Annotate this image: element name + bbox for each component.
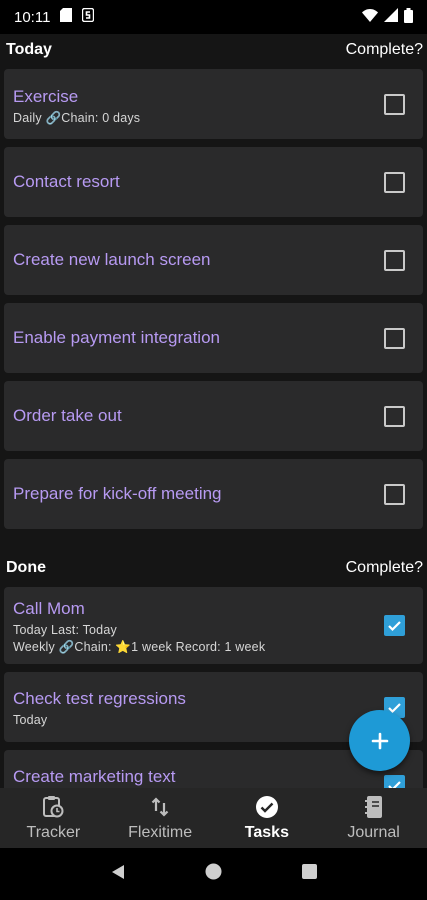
nav-flexitime[interactable]: Flexitime bbox=[107, 788, 214, 848]
task-card-prepare-kickoff[interactable]: Prepare for kick-off meeting bbox=[4, 459, 423, 529]
task-meta: Daily 🔗Chain: 0 days bbox=[13, 111, 141, 125]
system-navigation-bar bbox=[0, 848, 427, 900]
today-section-header: Today Complete? bbox=[0, 34, 427, 66]
complete-checkbox[interactable] bbox=[384, 94, 405, 115]
task-card-enable-payment[interactable]: Enable payment integration bbox=[4, 303, 423, 373]
done-section-header: Done Complete? bbox=[0, 552, 427, 584]
today-header-title: Today bbox=[6, 41, 52, 58]
signal-icon bbox=[384, 8, 398, 26]
task-name: Exercise bbox=[13, 87, 79, 106]
checkmark-icon bbox=[388, 621, 401, 632]
done-header-title: Done bbox=[6, 559, 46, 576]
task-name: Contact resort bbox=[13, 172, 120, 191]
complete-checkbox-checked[interactable] bbox=[384, 775, 405, 788]
home-icon[interactable] bbox=[205, 863, 222, 885]
sd-card-icon bbox=[60, 8, 73, 26]
task-card-order-take-out[interactable]: Order take out bbox=[4, 381, 423, 451]
task-name: Check test regressions bbox=[13, 689, 186, 708]
journal-icon bbox=[364, 794, 384, 820]
task-meta: Today Last: Today bbox=[13, 623, 117, 637]
task-card-exercise[interactable]: Exercise Daily 🔗Chain: 0 days bbox=[4, 69, 423, 139]
wifi-icon bbox=[362, 8, 378, 26]
task-meta-streak: Weekly 🔗Chain: ⭐1 week Record: 1 week bbox=[13, 640, 266, 654]
complete-checkbox[interactable] bbox=[384, 484, 405, 505]
task-card-create-launch-screen[interactable]: Create new launch screen bbox=[4, 225, 423, 295]
task-name: Create marketing text bbox=[13, 767, 176, 786]
complete-checkbox[interactable] bbox=[384, 406, 405, 427]
task-name: Enable payment integration bbox=[13, 328, 220, 347]
nav-tasks[interactable]: Tasks bbox=[214, 788, 321, 848]
complete-checkbox[interactable] bbox=[384, 328, 405, 349]
complete-checkbox-checked[interactable] bbox=[384, 615, 405, 636]
tracker-icon bbox=[42, 794, 64, 820]
bottom-navigation: Tracker Flexitime Tasks Journal bbox=[0, 788, 427, 848]
s-badge-icon bbox=[82, 7, 95, 26]
task-card-call-mom[interactable]: Call Mom Today Last: Today Weekly 🔗Chain… bbox=[4, 587, 423, 664]
add-task-button[interactable] bbox=[349, 710, 410, 771]
task-card-contact-resort[interactable]: Contact resort bbox=[4, 147, 423, 217]
task-meta: Today bbox=[13, 713, 48, 727]
flexitime-icon bbox=[149, 794, 171, 820]
battery-icon bbox=[404, 7, 413, 27]
nav-label: Tasks bbox=[244, 824, 289, 841]
task-name: Prepare for kick-off meeting bbox=[13, 484, 222, 503]
status-bar: 10:11 bbox=[0, 0, 427, 34]
recents-icon[interactable] bbox=[302, 864, 318, 884]
checkmark-icon bbox=[388, 781, 401, 788]
task-name: Create new launch screen bbox=[13, 250, 211, 269]
complete-checkbox[interactable] bbox=[384, 172, 405, 193]
nav-tracker[interactable]: Tracker bbox=[0, 788, 107, 848]
nav-journal[interactable]: Journal bbox=[320, 788, 427, 848]
plus-icon bbox=[371, 732, 388, 749]
nav-label: Journal bbox=[347, 824, 400, 841]
today-complete-label: Complete? bbox=[345, 41, 423, 58]
task-name: Order take out bbox=[13, 406, 122, 425]
nav-label: Tracker bbox=[26, 824, 81, 841]
phone-frame: 10:11 Today Complete? Exercise Daily 🔗Ch… bbox=[0, 0, 427, 900]
check-circle-icon bbox=[255, 794, 279, 820]
back-icon[interactable] bbox=[110, 864, 126, 885]
task-name: Call Mom bbox=[13, 599, 85, 618]
nav-label: Flexitime bbox=[128, 824, 193, 841]
status-time: 10:11 bbox=[14, 8, 51, 26]
task-list[interactable]: Today Complete? Exercise Daily 🔗Chain: 0… bbox=[0, 34, 427, 788]
done-complete-label: Complete? bbox=[345, 559, 423, 576]
complete-checkbox[interactable] bbox=[384, 250, 405, 271]
